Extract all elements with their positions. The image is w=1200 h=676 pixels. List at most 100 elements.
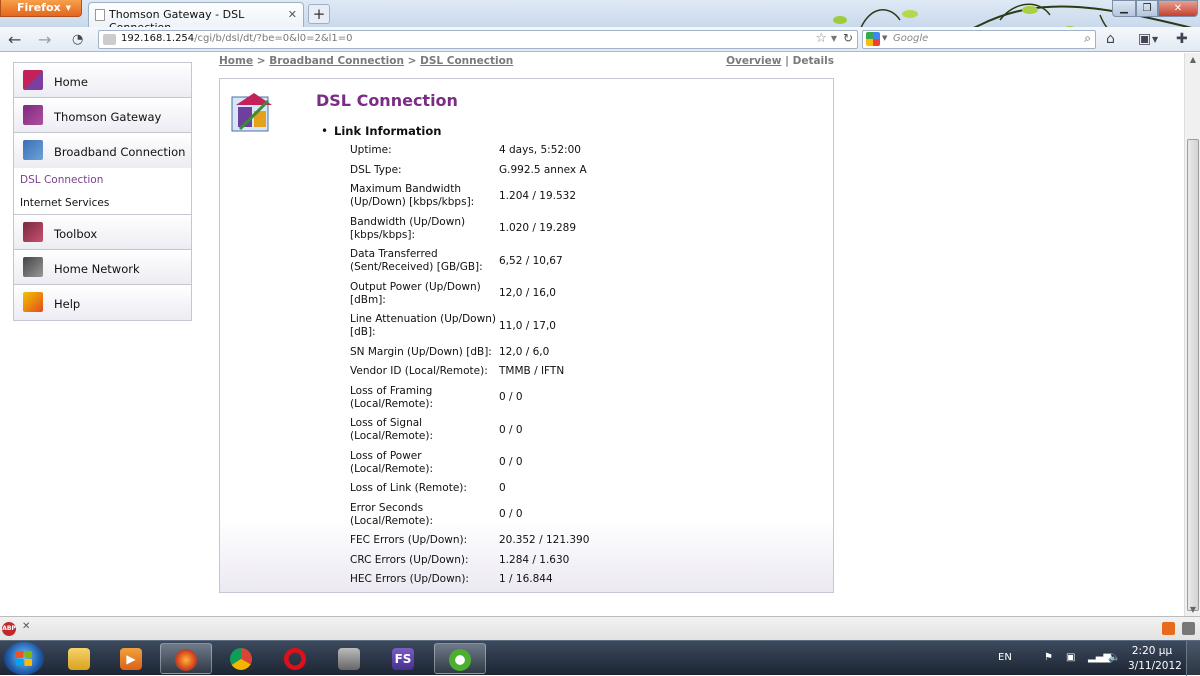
info-value: 0 / 0 <box>499 391 523 404</box>
tab-thomson-gateway[interactable]: Thomson Gateway - DSL Connection ✕ <box>88 2 304 27</box>
info-label: Loss of Signal (Local/Remote): <box>350 417 433 443</box>
home-icon <box>23 70 43 90</box>
table-row: Output Power (Up/Down) [dBm]: 12,0 / 16,0 <box>350 278 589 311</box>
info-value: 12,0 / 6,0 <box>499 345 550 358</box>
sidebar-item-home-network[interactable]: Home Network <box>14 250 191 285</box>
info-value: 0 / 0 <box>499 423 523 436</box>
bullet-icon: • <box>321 124 329 138</box>
broadband-submenu: DSL Connection Internet Services <box>14 168 191 215</box>
addon-settings-icon[interactable] <box>1182 622 1195 635</box>
sidebar-subitem-internet-services[interactable]: Internet Services <box>14 191 191 214</box>
window-minimize-button[interactable]: ▁ <box>1112 0 1136 17</box>
info-label: Uptime: <box>350 144 392 157</box>
sidebar-item-broadband-connection[interactable]: Broadband Connection <box>14 133 191 168</box>
table-row: CRC Errors (Up/Down): 1.284 / 1.630 <box>350 551 589 571</box>
broadband-connection-icon <box>231 93 272 132</box>
info-label: DSL Type: <box>350 163 402 176</box>
adblock-plus-icon[interactable]: ABP <box>2 622 16 636</box>
info-value: 1.284 / 1.630 <box>499 553 570 566</box>
search-icon[interactable]: ⌕ <box>1084 31 1091 46</box>
addon-status-icon[interactable] <box>1162 622 1175 635</box>
toolbox-icon <box>23 222 43 242</box>
action-center-flag-icon[interactable]: ⚑ <box>1044 652 1053 663</box>
taskbar-opera-button[interactable] <box>270 643 322 674</box>
table-row: Bandwidth (Up/Down) [kbps/kbps]: 1.020 / … <box>350 213 589 246</box>
sidebar: Home Thomson Gateway Broadband Connectio… <box>13 62 192 321</box>
close-addon-bar-icon[interactable]: ✕ <box>22 621 30 632</box>
volume-icon[interactable]: 🔈 <box>1108 652 1120 663</box>
back-arrow-icon[interactable]: ← <box>8 30 21 49</box>
sidebar-item-home[interactable]: Home <box>14 63 191 98</box>
sidebar-item-thomson-gateway[interactable]: Thomson Gateway <box>14 98 191 133</box>
table-row: Vendor ID (Local/Remote): TMMB / IFTN <box>350 362 589 382</box>
history-dropdown-icon[interactable]: ◔ <box>72 32 83 47</box>
scroll-up-icon[interactable]: ▲ <box>1187 55 1199 64</box>
section-title: Link Information <box>334 124 442 138</box>
window-close-button[interactable]: ✕ <box>1158 0 1198 17</box>
addon-toolbar-icon[interactable]: ▣ <box>1138 31 1151 47</box>
info-label: Error Seconds (Local/Remote): <box>350 501 433 527</box>
info-value: 0 / 0 <box>499 456 523 469</box>
taskbar-network-tool-button[interactable] <box>324 643 376 674</box>
site-identity-icon[interactable] <box>103 34 116 45</box>
taskbar-firefox-button[interactable] <box>160 643 212 674</box>
search-bar[interactable]: ▼ Google ⌕ <box>862 30 1096 49</box>
reload-icon[interactable]: ↻ <box>843 31 853 45</box>
table-row: HEC Errors (Up/Down): 1 / 16.844 <box>350 570 589 590</box>
url-dropdown-icon[interactable]: ▼ <box>831 34 837 43</box>
firefox-icon <box>175 649 197 671</box>
info-label: Loss of Power (Local/Remote): <box>350 449 433 475</box>
info-value: 6,52 / 10,67 <box>499 254 563 267</box>
firefox-menu-label: Firefox <box>17 1 61 14</box>
taskbar-media-player-button[interactable]: ▶ <box>106 643 158 674</box>
browser-titlebar: Firefox ▼ Thomson Gateway - DSL Connecti… <box>0 0 1200 27</box>
home-icon[interactable]: ⌂ <box>1106 31 1115 47</box>
scroll-down-icon[interactable]: ▼ <box>1187 605 1199 614</box>
breadcrumb-separator: > <box>407 55 417 67</box>
sidebar-item-help[interactable]: Help <box>14 285 191 320</box>
language-indicator[interactable]: EN <box>998 652 1012 663</box>
scrollbar-thumb[interactable] <box>1187 139 1199 611</box>
folder-icon <box>68 648 90 670</box>
taskbar-fs-button[interactable]: FS <box>378 643 430 674</box>
info-label: SN Margin (Up/Down) [dB]: <box>350 345 492 358</box>
system-clock[interactable]: 2:20 μμ 3/11/2012 <box>1128 644 1182 674</box>
info-value: 1 / 16.844 <box>499 573 553 586</box>
addon-dropdown-icon[interactable]: ▼ <box>1152 35 1158 44</box>
overview-link[interactable]: Overview <box>726 55 781 67</box>
engine-dropdown-icon[interactable]: ▼ <box>882 34 887 42</box>
windows-taskbar: ▶ FS EN ⚑ ▣ ▂▄▆ 🔈 2:20 μμ 3/11/2012 <box>0 640 1200 676</box>
bookmark-star-icon[interactable]: ☆ <box>815 31 827 46</box>
fs-app-icon: FS <box>392 648 414 670</box>
start-button[interactable] <box>4 642 44 675</box>
breadcrumb-dsl-link[interactable]: DSL Connection <box>420 55 513 67</box>
show-desktop-button[interactable] <box>1186 641 1200 676</box>
taskbar-chrome-button[interactable] <box>216 643 268 674</box>
close-tab-icon[interactable]: ✕ <box>288 8 297 21</box>
info-label: Vendor ID (Local/Remote): <box>350 365 488 378</box>
breadcrumb-broadband-link[interactable]: Broadband Connection <box>269 55 404 67</box>
breadcrumb-home-link[interactable]: Home <box>219 55 253 67</box>
google-engine-icon[interactable] <box>866 32 880 46</box>
puzzle-addon-icon[interactable]: ✚ <box>1176 31 1188 47</box>
firefox-menu-button[interactable]: Firefox ▼ <box>0 0 82 17</box>
taskbar-explorer-button[interactable] <box>54 643 106 674</box>
tray-app-icon[interactable]: ▣ <box>1066 652 1075 663</box>
vertical-scrollbar[interactable]: ▲ ▼ <box>1184 53 1200 616</box>
table-row: Error Seconds (Local/Remote): 0 / 0 <box>350 499 589 532</box>
info-label: FEC Errors (Up/Down): <box>350 534 468 547</box>
sidebar-subitem-dsl-connection[interactable]: DSL Connection <box>14 168 191 191</box>
table-row: Data Transferred (Sent/Received) [GB/GB]… <box>350 245 589 278</box>
taskbar-utorrent-button[interactable] <box>434 643 486 674</box>
window-restore-button[interactable]: ❐ <box>1136 0 1158 17</box>
tab-title: Thomson Gateway - DSL Connection <box>109 8 245 27</box>
new-tab-button[interactable]: + <box>308 4 330 24</box>
caret-down-icon: ▼ <box>65 4 71 12</box>
url-bar[interactable]: 192.168.1.254/cgi/b/dsl/dt/?be=0&l0=2&l1… <box>98 30 858 49</box>
table-row: FEC Errors (Up/Down): 20.352 / 121.390 <box>350 531 589 551</box>
forward-arrow-icon[interactable]: → <box>38 30 51 49</box>
clock-date: 3/11/2012 <box>1128 660 1182 672</box>
page-title: DSL Connection <box>316 91 458 110</box>
details-label: Details <box>792 55 834 67</box>
sidebar-item-toolbox[interactable]: Toolbox <box>14 215 191 250</box>
